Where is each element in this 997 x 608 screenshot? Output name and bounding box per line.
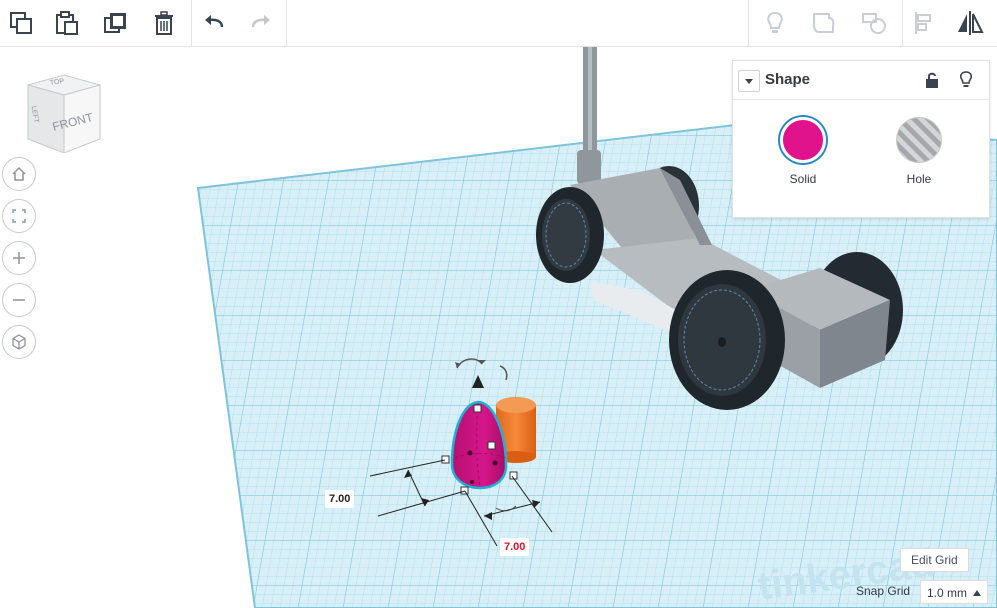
copy-button[interactable] — [2, 4, 40, 42]
lock-button[interactable] — [921, 69, 943, 91]
edit-grid-button[interactable]: Edit Grid — [900, 548, 969, 572]
snap-grid-label: Snap Grid — [856, 584, 911, 598]
lightbulb-icon — [959, 71, 973, 87]
duplicate-button[interactable] — [97, 4, 135, 42]
notes-button[interactable] — [756, 4, 794, 42]
hole-swatch[interactable] — [896, 117, 942, 163]
unlock-icon — [926, 72, 938, 88]
fit-view-button[interactable] — [2, 199, 36, 233]
fit-view-icon — [12, 209, 26, 223]
panel-collapse-button[interactable] — [738, 70, 760, 92]
shape-notes-button[interactable] — [955, 69, 977, 91]
zoom-in-button[interactable] — [2, 241, 36, 275]
copy-icon — [10, 12, 32, 34]
height-dimension-label[interactable]: 7.00 — [325, 490, 355, 508]
view-cube[interactable]: TOP LEFT FRONT — [24, 73, 102, 154]
snap-grid-select[interactable]: 1.0 mm — [920, 580, 988, 604]
main-toolbar — [0, 0, 997, 47]
redo-arrow-icon — [251, 15, 270, 28]
perspective-button[interactable] — [2, 325, 36, 359]
home-view-icon — [12, 166, 26, 181]
undo-button[interactable] — [195, 4, 233, 42]
mirror-icon — [958, 11, 984, 35]
align-icon — [915, 12, 931, 34]
hole-label: Hole — [906, 172, 932, 186]
zoom-out-icon — [13, 299, 25, 301]
group-button[interactable] — [805, 4, 843, 42]
home-view-button[interactable] — [2, 157, 36, 191]
paste-button[interactable] — [48, 4, 86, 42]
width-dimension-label[interactable]: 7.00 — [500, 538, 530, 556]
duplicate-icon — [104, 13, 126, 33]
hole-option[interactable]: Hole — [874, 117, 964, 197]
shape-panel-header: Shape — [733, 61, 989, 100]
perspective-icon — [12, 334, 26, 350]
zoom-in-icon — [13, 252, 25, 264]
solid-option[interactable]: Solid — [758, 117, 848, 197]
undo-arrow-icon — [205, 15, 224, 28]
group-icon — [813, 13, 835, 33]
solid-label: Solid — [789, 172, 817, 186]
mirror-button[interactable] — [951, 4, 989, 42]
trash-icon — [155, 11, 173, 35]
snap-grid-value: 1.0 mm — [927, 586, 968, 600]
shape-panel-title: Shape — [765, 71, 811, 88]
zoom-out-button[interactable] — [2, 283, 36, 317]
caret-up-icon — [973, 590, 981, 596]
shape-inspector-panel: Shape Solid Hole — [732, 60, 990, 218]
redo-button[interactable] — [242, 4, 280, 42]
solid-color-swatch[interactable] — [780, 117, 826, 163]
paste-icon — [56, 11, 78, 35]
ungroup-button[interactable] — [855, 4, 893, 42]
align-button[interactable] — [905, 4, 943, 42]
ungroup-icon — [862, 13, 886, 34]
lightbulb-icon — [767, 11, 783, 33]
delete-button[interactable] — [145, 4, 183, 42]
caret-down-icon — [745, 79, 753, 84]
